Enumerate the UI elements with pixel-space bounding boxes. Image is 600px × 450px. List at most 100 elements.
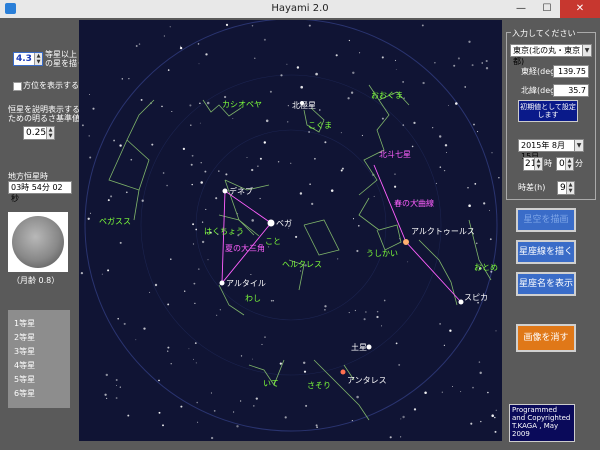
- background-star: [400, 418, 402, 420]
- background-star: [483, 202, 486, 205]
- longitude-input[interactable]: 139.75: [553, 65, 589, 78]
- background-star: [219, 309, 221, 311]
- draw-sky-button[interactable]: 星空を描画: [516, 208, 576, 232]
- hour-spinner[interactable]: 21 ▲ ▼: [523, 157, 543, 171]
- background-star: [468, 40, 471, 43]
- star-threshold-value: 0.25: [26, 128, 47, 138]
- spinner-arrows-icon[interactable]: ▲ ▼: [34, 53, 42, 65]
- background-star: [324, 141, 327, 144]
- background-star: [305, 404, 308, 407]
- latitude-input[interactable]: 35.7: [553, 84, 589, 97]
- close-button[interactable]: ✕: [560, 0, 600, 18]
- spinner-arrows-icon[interactable]: ▲ ▼: [534, 158, 542, 170]
- background-star: [381, 325, 383, 327]
- background-star: [210, 392, 212, 394]
- background-star: [400, 436, 402, 438]
- star-threshold-label: 恒星を説明表示する: [8, 105, 80, 114]
- draw-constellation-lines-button[interactable]: 星座線を描く: [516, 240, 576, 264]
- background-star: [195, 228, 198, 231]
- background-star: [300, 270, 302, 272]
- background-star: [350, 91, 354, 94]
- clear-image-button[interactable]: 画像を消す: [516, 324, 576, 352]
- background-star: [453, 64, 456, 67]
- magnitude-legend-item: 6等星: [14, 389, 36, 398]
- background-star: [182, 147, 186, 151]
- timezone-spinner[interactable]: 9 ▲ ▼: [557, 181, 575, 195]
- background-star: [89, 94, 90, 95]
- background-star: [434, 62, 436, 64]
- star-threshold-spinner[interactable]: 0.25 ▲ ▼: [23, 126, 55, 140]
- background-star: [319, 109, 321, 111]
- chevron-down-icon[interactable]: ▼: [582, 44, 592, 57]
- background-star: [135, 45, 138, 47]
- location-select[interactable]: 東京(北の丸・東京都): [510, 44, 584, 66]
- background-star: [204, 170, 207, 173]
- background-star: [302, 361, 306, 365]
- background-star: [261, 343, 263, 345]
- background-star: [383, 299, 386, 302]
- background-star: [205, 208, 207, 210]
- background-star: [255, 397, 258, 400]
- background-star: [356, 395, 359, 399]
- calendar-dropdown-icon[interactable]: ▼: [574, 139, 584, 152]
- label-summer-triangle: 夏の大三角: [225, 243, 265, 253]
- background-star: [315, 424, 318, 427]
- local-sidereal-field[interactable]: 03時 54分 02秒: [8, 181, 72, 203]
- background-star: [196, 401, 199, 404]
- background-star: [439, 323, 441, 325]
- background-star: [354, 309, 357, 312]
- label-pegasus: ペガスス: [99, 216, 131, 226]
- hour-unit: 時: [544, 159, 552, 168]
- credit-line: T.KAGA , May: [512, 422, 559, 430]
- minute-spinner[interactable]: 0 ▲ ▼: [556, 157, 574, 171]
- background-star: [143, 327, 146, 330]
- minimize-button[interactable]: —: [508, 0, 534, 18]
- label-deneb: デネブ: [229, 186, 253, 196]
- background-star: [162, 172, 165, 174]
- background-star: [115, 379, 118, 381]
- background-star: [413, 408, 417, 411]
- background-star: [491, 152, 493, 154]
- title-bar: Hayami 2.0 — ☐ ✕: [0, 0, 600, 18]
- chart-labels: カシオペヤ おおぐま 北斗七星 こぐま ペガスス はくちょう 夏の大三角 こと …: [99, 91, 498, 390]
- moon-age-label: （月齢 0.8）: [12, 276, 60, 285]
- magnitude-legend-item: 5等星: [14, 375, 36, 384]
- star-chart[interactable]: カシオペヤ おおぐま 北斗七星 こぐま ペガスス はくちょう 夏の大三角 こと …: [79, 20, 502, 441]
- background-star: [223, 95, 227, 99]
- show-direction-checkbox[interactable]: [13, 82, 22, 91]
- background-star: [471, 64, 474, 67]
- set-default-button[interactable]: 初期値として設定します: [518, 100, 578, 122]
- spinner-arrows-icon[interactable]: ▲ ▼: [565, 158, 573, 170]
- background-star: [308, 131, 311, 133]
- input-group-title: 入力してください: [511, 28, 577, 39]
- background-star: [473, 123, 475, 126]
- background-star: [389, 436, 392, 439]
- maximize-button[interactable]: ☐: [534, 0, 560, 18]
- label-antares: アンタレス: [347, 376, 387, 385]
- background-star: [171, 110, 173, 113]
- star-chart-svg: カシオペヤ おおぐま 北斗七星 こぐま ペガスス はくちょう 夏の大三角 こと …: [80, 20, 500, 440]
- spinner-arrows-icon[interactable]: ▲ ▼: [566, 182, 574, 194]
- background-star: [394, 185, 397, 188]
- background-star: [246, 156, 248, 159]
- label-scorpius: さそり: [307, 381, 331, 390]
- show-constellation-names-button[interactable]: 星座名を表示: [516, 272, 576, 296]
- magnitude-limit-spinner[interactable]: 4.3 ▲ ▼: [13, 52, 43, 66]
- background-star: [443, 169, 446, 172]
- background-star: [485, 67, 489, 70]
- background-star: [487, 391, 489, 394]
- label-ursa-minor: こぐま: [308, 121, 332, 130]
- background-star: [395, 69, 397, 70]
- background-star: [205, 53, 208, 56]
- background-star: [468, 204, 471, 207]
- background-star: [197, 421, 199, 423]
- background-star: [167, 346, 170, 349]
- background-star: [402, 81, 404, 83]
- background-star: [448, 105, 449, 107]
- date-picker[interactable]: 2015年 8月15日: [518, 139, 576, 161]
- minute-unit: 分: [575, 159, 583, 168]
- label-vega: ベガ: [276, 218, 292, 228]
- background-star: [200, 162, 202, 164]
- spinner-arrows-icon[interactable]: ▲ ▼: [46, 127, 54, 139]
- background-star: [287, 105, 289, 107]
